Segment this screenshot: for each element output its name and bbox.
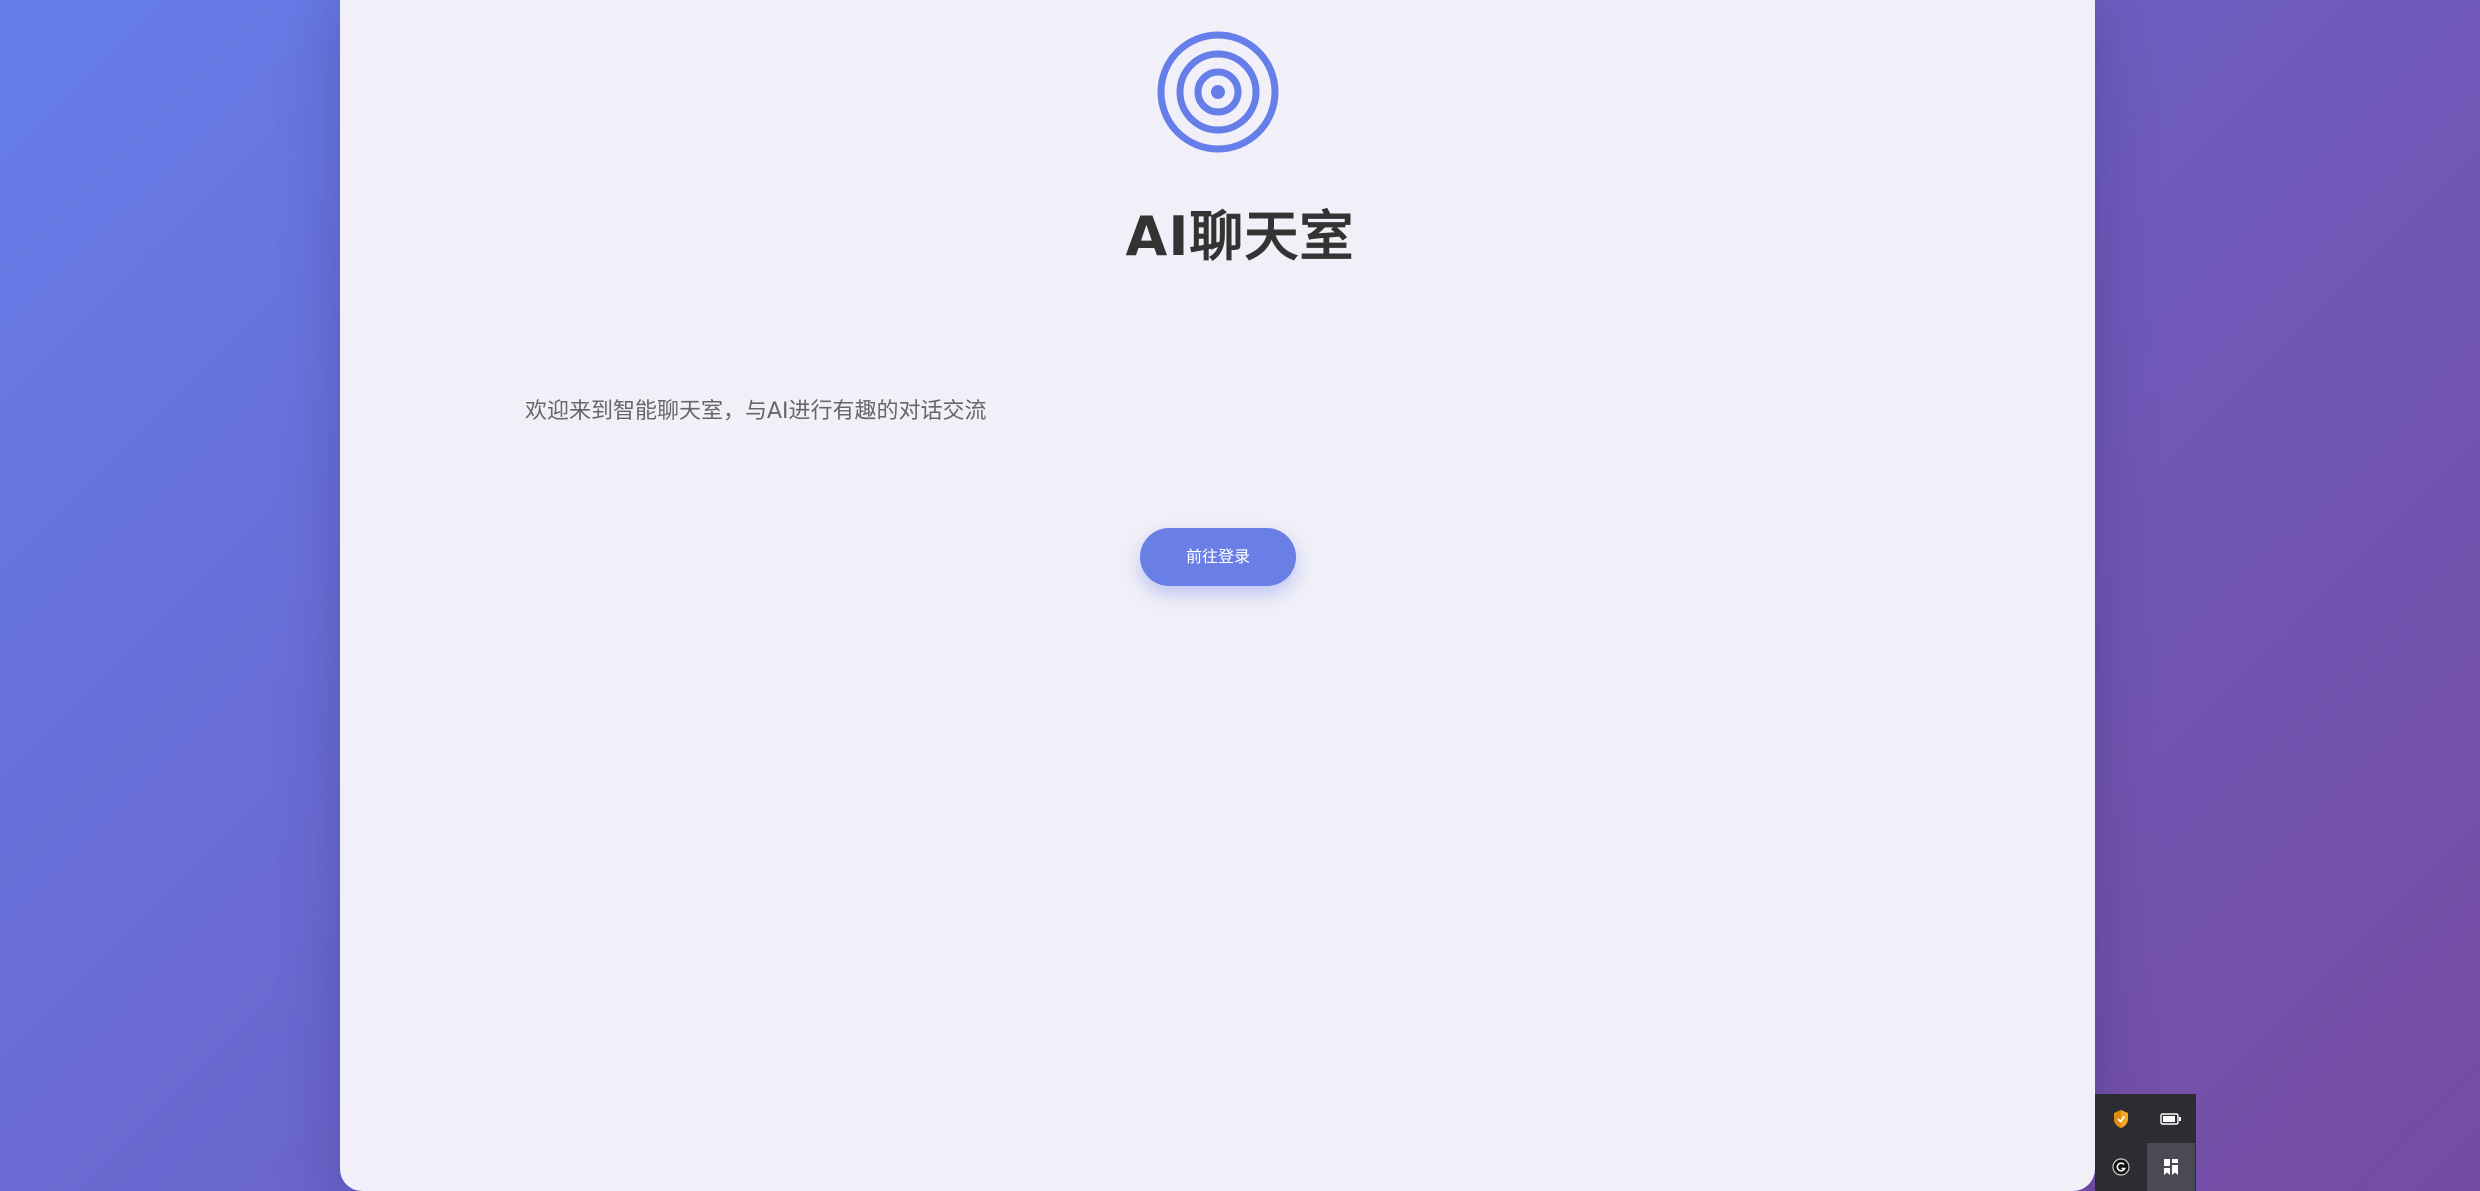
page-title: AI聊天室 <box>1125 205 1355 268</box>
system-tray <box>2095 1094 2196 1191</box>
login-button[interactable]: 前往登录 <box>1140 528 1296 586</box>
app-g-icon[interactable] <box>2097 1143 2145 1191</box>
welcome-subtitle: 欢迎来到智能聊天室，与AI进行有趣的对话交流 <box>525 399 987 424</box>
shield-icon[interactable] <box>2097 1095 2145 1143</box>
bookmark-icon[interactable] <box>2147 1143 2195 1191</box>
target-icon <box>1157 31 1279 153</box>
main-card <box>340 0 2095 1191</box>
battery-icon[interactable] <box>2147 1095 2195 1143</box>
